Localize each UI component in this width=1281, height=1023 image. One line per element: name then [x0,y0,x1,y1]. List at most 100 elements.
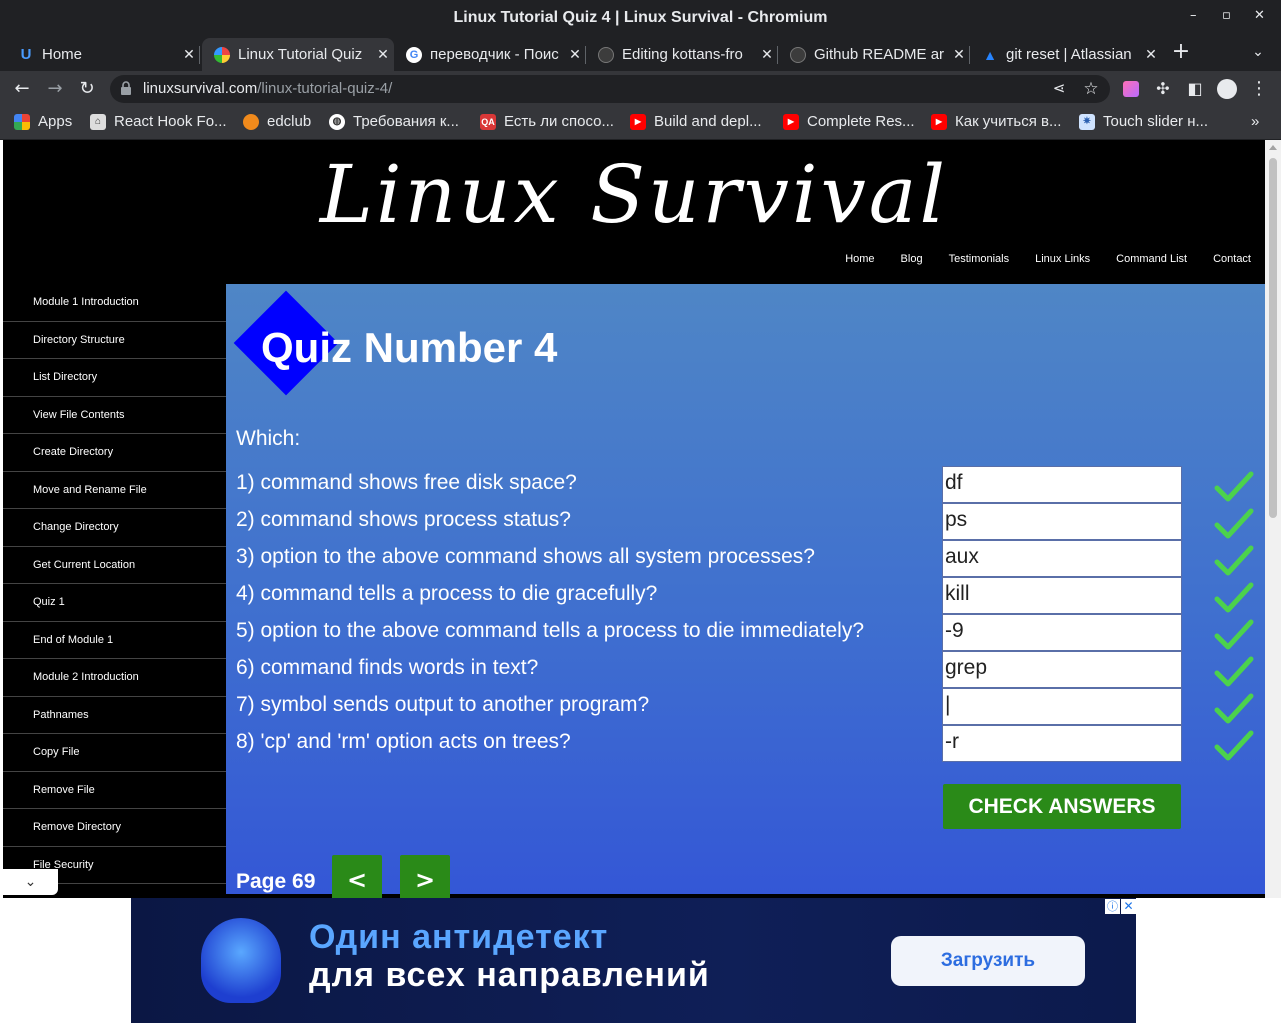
tab-github-readme[interactable]: Github README ar ✕ [778,38,970,71]
menu-icon[interactable]: ⋮ [1247,77,1271,101]
close-window-icon[interactable]: ✕ [1254,8,1265,23]
answer-input[interactable]: -r [942,725,1182,762]
sidebar-item[interactable]: Remove Directory [3,809,226,847]
tab-translator[interactable]: G переводчик - Поис ✕ [394,38,586,71]
globe-icon: ◍ [329,113,345,130]
sidebar-item[interactable]: List Directory [3,359,226,397]
question-text: 3) option to the above command shows all… [236,545,815,568]
nav-contact[interactable]: Contact [1213,253,1251,265]
chevron-down-icon[interactable]: ⌄ [3,869,58,895]
site-logo[interactable]: Linux Survival [3,148,1265,241]
forward-icon[interactable]: → [43,77,67,101]
new-tab-icon[interactable]: + [1169,40,1193,64]
checkmark-icon [1214,545,1254,576]
scroll-up-icon[interactable] [1269,145,1277,150]
share-icon[interactable]: ⋖ [1047,77,1071,101]
sidebar-item[interactable]: Quiz 1 [3,584,226,622]
sidebar-item[interactable]: Copy File [3,734,226,772]
bookmark-qa[interactable]: QA Есть ли спосо... [480,113,614,130]
nav-blog[interactable]: Blog [901,253,923,265]
question-text: 5) option to the above command tells a p… [236,619,865,642]
back-icon[interactable]: ← [10,77,34,101]
linuxsurvival-icon [214,46,230,63]
bookmark-apps[interactable]: Apps [14,113,72,130]
sidebar-item[interactable]: Create Directory [3,434,226,472]
bookmark-react-hook[interactable]: ⌂ React Hook Fo... [90,113,227,130]
sidepanel-icon[interactable]: ◧ [1183,77,1207,101]
page-viewport: Linux Survival Home Blog Testimonials Li… [0,140,1281,1023]
lock-icon [121,81,131,95]
address-bar[interactable]: linuxsurvival.com/linux-tutorial-quiz-4/… [110,75,1110,103]
nav-testimonials[interactable]: Testimonials [949,253,1010,265]
nav-command-list[interactable]: Command List [1116,253,1187,265]
check-answers-button[interactable]: CHECK ANSWERS [943,784,1181,829]
answer-input[interactable]: grep [942,651,1182,688]
tab-label: Editing kottans-fro [622,46,743,63]
close-tab-icon[interactable]: ✕ [948,46,970,63]
sidebar-menu: Module 1 Introduction Directory Structure… [3,284,226,898]
answer-input[interactable]: df [942,466,1182,503]
edclub-icon [243,113,259,130]
profile-icon[interactable] [1215,77,1239,101]
sidebar-item[interactable]: Move and Rename File [3,472,226,509]
bookmark-how-to-learn[interactable]: ▶ Как учиться в... [931,113,1061,130]
tab-editing-kottans[interactable]: Editing kottans-fro ✕ [586,38,778,71]
scrollbar-thumb[interactable] [1269,158,1277,518]
close-tab-icon[interactable]: ✕ [178,46,200,63]
answer-input[interactable]: -9 [942,614,1182,651]
ad-banner[interactable]: Один антидетект для всех направлений Заг… [131,898,1136,1023]
sidebar-item[interactable]: Remove File [3,772,226,809]
ad-info-icon[interactable]: ⓘ [1105,899,1120,914]
nav-home[interactable]: Home [845,253,874,265]
tab-search-icon[interactable]: ⌄ [1246,40,1270,64]
answer-input[interactable]: | [942,688,1182,725]
close-tab-icon[interactable]: ✕ [1140,46,1162,63]
minimize-icon[interactable]: – [1190,8,1197,23]
sidebar-item[interactable]: View File Contents [3,397,226,434]
bookmark-star-icon[interactable]: ☆ [1079,77,1103,101]
sidebar-item[interactable]: Get Current Location [3,547,226,584]
puzzle-icon[interactable]: ✣ [1151,77,1175,101]
ad-download-button[interactable]: Загрузить [891,936,1085,986]
extension-icon[interactable] [1119,77,1143,101]
bookmark-build-deploy[interactable]: ▶ Build and depl... [630,113,762,130]
sidebar-item[interactable]: Change Directory [3,509,226,547]
close-tab-icon[interactable]: ✕ [564,46,586,63]
sidebar-item[interactable]: End of Module 1 [3,622,226,659]
tab-home[interactable]: U Home ✕ [6,38,200,71]
question-row: 2) command shows process status? ps [236,503,1261,540]
tab-git-reset[interactable]: ▲ git reset | Atlassian ✕ [970,38,1162,71]
react-hook-form-icon: ⌂ [90,113,106,130]
checkmark-icon [1214,730,1254,761]
tab-strip: U Home ✕ Linux Tutorial Quiz ✕ G перевод… [0,36,1281,71]
slider-icon: ✷ [1079,113,1095,130]
reload-icon[interactable]: ↻ [75,77,99,101]
answer-input[interactable]: ps [942,503,1182,540]
bookmarks-overflow-icon[interactable]: » [1251,113,1259,130]
page-scrollbar[interactable] [1265,140,1281,898]
next-page-button[interactable]: > [400,855,450,900]
sidebar-item[interactable]: Module 1 Introduction [3,284,226,322]
youtube-icon: ▶ [783,113,799,130]
close-tab-icon[interactable]: ✕ [372,46,394,63]
tab-linux-quiz[interactable]: Linux Tutorial Quiz ✕ [202,38,394,71]
prev-page-button[interactable]: < [332,855,382,900]
bookmark-complete-res[interactable]: ▶ Complete Res... [783,113,915,130]
bookmark-touch-slider[interactable]: ✷ Touch slider н... [1079,113,1208,130]
question-text: 1) command shows free disk space? [236,471,577,494]
bookmark-edclub[interactable]: edclub [243,113,311,130]
github-icon [598,46,614,63]
tab-label: Home [42,46,83,63]
answer-input[interactable]: kill [942,577,1182,614]
nav-linux-links[interactable]: Linux Links [1035,253,1090,265]
close-tab-icon[interactable]: ✕ [756,46,778,63]
maximize-icon[interactable]: ▫ [1222,8,1231,23]
sidebar-item[interactable]: Pathnames [3,697,226,734]
checkmark-icon [1214,508,1254,539]
answer-input[interactable]: aux [942,540,1182,577]
bookmark-requirements[interactable]: ◍ Требования к... [329,113,459,130]
ad-close-icon[interactable]: ✕ [1121,899,1136,914]
sidebar-item[interactable]: Module 2 Introduction [3,659,226,697]
github-icon [790,46,806,63]
sidebar-item[interactable]: Directory Structure [3,322,226,359]
